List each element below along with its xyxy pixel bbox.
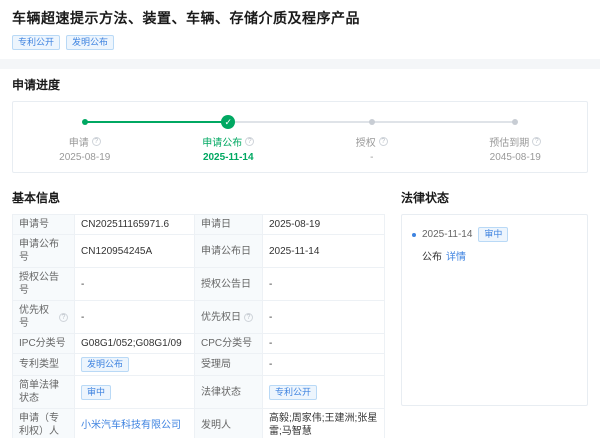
info-icon[interactable]: ? xyxy=(532,137,542,146)
field-label: 申请公布日 xyxy=(194,234,263,268)
legal-status-item: 2025-11-14 审中 xyxy=(412,227,577,242)
legal-status-badge: 专利公开 xyxy=(269,384,318,400)
step-label: 预估到期 xyxy=(489,138,530,149)
progress-step-expiry: 预估到期 ? 2045-08-19 xyxy=(371,115,588,163)
grant-date: - xyxy=(262,267,385,301)
step-label: 申请 xyxy=(68,138,89,149)
step-date: 2045-08-19 xyxy=(489,152,541,163)
table-row: 简单法律状态 审中 法律状态 专利公开 xyxy=(12,375,385,409)
legal-status-detail-link[interactable]: 详情 xyxy=(446,248,466,263)
table-row: 申请号 CN202511165971.6 申请日 2025-08-19 xyxy=(12,214,385,235)
section-divider xyxy=(0,59,600,69)
patent-badges: 专利公开 发明公布 xyxy=(12,35,588,50)
legal-status-date: 2025-11-14 xyxy=(422,229,473,240)
receiving-office: - xyxy=(262,353,385,376)
field-label: 授权公告号 xyxy=(12,267,75,301)
cpc-class: - xyxy=(262,333,385,354)
field-label: 法律状态 xyxy=(194,375,263,409)
bullet-icon xyxy=(412,232,416,237)
application-date: 2025-08-19 xyxy=(262,214,385,235)
field-label: CPC分类号 xyxy=(194,333,263,354)
table-row: 优先权号? - 优先权日? - xyxy=(12,300,385,334)
legal-status-section: 法律状态 2025-11-14 审中 公布 详情 xyxy=(401,185,588,438)
field-label: 授权公告日 xyxy=(194,267,263,301)
connector-pending xyxy=(228,121,372,123)
inventors: 高毅;周家伟;王建洲;张星雷;马智慧 xyxy=(262,408,385,438)
basic-info-section: 基本信息 申请号 CN202511165971.6 申请日 2025-08-19… xyxy=(12,185,385,438)
legal-status-title: 法律状态 xyxy=(401,191,450,205)
field-label: 简单法律状态 xyxy=(12,375,75,409)
step-label: 授权 xyxy=(355,138,376,149)
connector-pending xyxy=(371,121,516,123)
info-icon[interactable]: ? xyxy=(91,137,101,146)
step-label: 申请公布 xyxy=(202,138,243,149)
field-label: 申请号 xyxy=(12,214,75,235)
type-badge: 发明公布 xyxy=(66,35,115,50)
field-label: 优先权号 xyxy=(19,305,49,329)
status-badge: 专利公开 xyxy=(12,35,61,50)
field-label: 申请（专利权）人 xyxy=(12,408,75,438)
field-label: 受理局 xyxy=(194,353,263,376)
field-label: 申请日 xyxy=(194,214,263,235)
progress-timeline: 申请 ? 2025-08-19 ✓ 申请公布 ? 2025-11-14 授权 ?… xyxy=(12,101,588,173)
patent-type-badge: 发明公布 xyxy=(81,357,130,372)
main-content: 基本信息 申请号 CN202511165971.6 申请日 2025-08-19… xyxy=(0,183,600,438)
publication-number: CN120954245A xyxy=(74,234,195,268)
grant-number: - xyxy=(74,267,195,301)
legal-status-item-badge: 审中 xyxy=(478,227,509,242)
step-dot-pending xyxy=(512,119,519,125)
info-icon[interactable]: ? xyxy=(378,137,388,146)
step-dot-done xyxy=(81,119,88,125)
step-date: 2025-11-14 xyxy=(202,152,254,163)
step-dot-pending xyxy=(368,119,375,125)
connector-done xyxy=(84,121,229,123)
step-date: 2025-08-19 xyxy=(59,152,111,163)
application-progress-section: 申请进度 申请 ? 2025-08-19 ✓ 申请公布 ? 2025-11-14 xyxy=(0,69,600,183)
legal-status-card: 2025-11-14 审中 公布 详情 xyxy=(401,214,588,406)
application-number: CN202511165971.6 xyxy=(74,214,195,235)
step-date: - xyxy=(370,152,374,163)
priority-number: - xyxy=(74,300,195,334)
patent-header: 车辆超速提示方法、装置、车辆、存储介质及程序产品 专利公开 发明公布 xyxy=(0,0,600,59)
field-label: 专利类型 xyxy=(12,353,75,376)
table-row: 专利类型 发明公布 受理局 - xyxy=(12,353,385,376)
table-row: 申请（专利权）人 小米汽车科技有限公司 发明人 高毅;周家伟;王建洲;张星雷;马… xyxy=(12,408,385,438)
simple-legal-status-badge: 审中 xyxy=(81,384,112,400)
page-title: 车辆超速提示方法、装置、车辆、存储介质及程序产品 xyxy=(12,10,360,26)
table-row: 授权公告号 - 授权公告日 - xyxy=(12,267,385,301)
publication-date: 2025-11-14 xyxy=(262,234,385,268)
table-row: IPC分类号 G08G1/052;G08G1/09 CPC分类号 - xyxy=(12,333,385,354)
applicant-link[interactable]: 小米汽车科技有限公司 xyxy=(81,420,181,431)
basic-info-title: 基本信息 xyxy=(12,191,61,205)
basic-info-table: 申请号 CN202511165971.6 申请日 2025-08-19 申请公布… xyxy=(12,214,385,438)
check-icon: ✓ xyxy=(221,115,236,129)
table-row: 申请公布号 CN120954245A 申请公布日 2025-11-14 xyxy=(12,234,385,268)
priority-date: - xyxy=(262,300,385,334)
legal-status-action: 公布 xyxy=(422,252,442,263)
field-label: IPC分类号 xyxy=(12,333,75,354)
info-icon[interactable]: ? xyxy=(59,312,68,322)
ipc-class: G08G1/052;G08G1/09 xyxy=(74,333,195,354)
progress-section-title: 申请进度 xyxy=(12,78,61,92)
field-label: 发明人 xyxy=(194,408,263,438)
field-label: 优先权日 xyxy=(201,311,241,323)
field-label: 申请公布号 xyxy=(12,234,75,268)
info-icon[interactable]: ? xyxy=(244,312,253,322)
info-icon[interactable]: ? xyxy=(245,137,255,146)
